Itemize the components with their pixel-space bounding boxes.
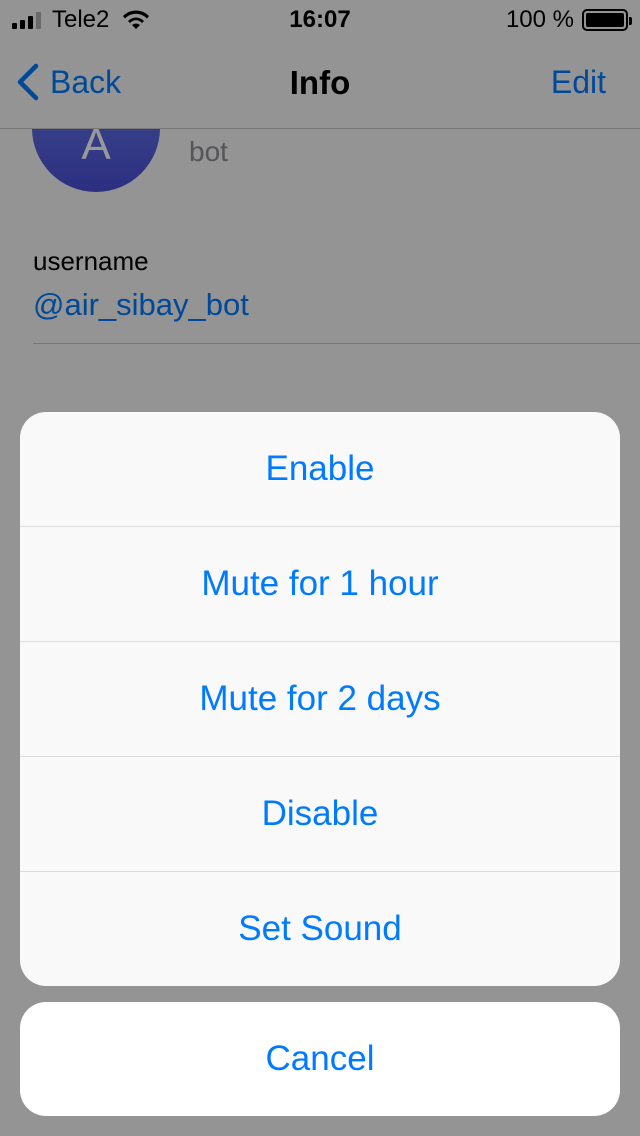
- mute-2-days-button[interactable]: Mute for 2 days: [20, 642, 620, 757]
- enable-notifications-button[interactable]: Enable: [20, 412, 620, 527]
- mute-1-hour-button[interactable]: Mute for 1 hour: [20, 527, 620, 642]
- cancel-button[interactable]: Cancel: [20, 1002, 620, 1116]
- set-sound-button[interactable]: Set Sound: [20, 872, 620, 986]
- action-sheet: Enable Mute for 1 hour Mute for 2 days D…: [20, 412, 620, 986]
- disable-notifications-button[interactable]: Disable: [20, 757, 620, 872]
- page: Tele2 16:07 100 % Back Info Edit A bot u…: [0, 0, 640, 1136]
